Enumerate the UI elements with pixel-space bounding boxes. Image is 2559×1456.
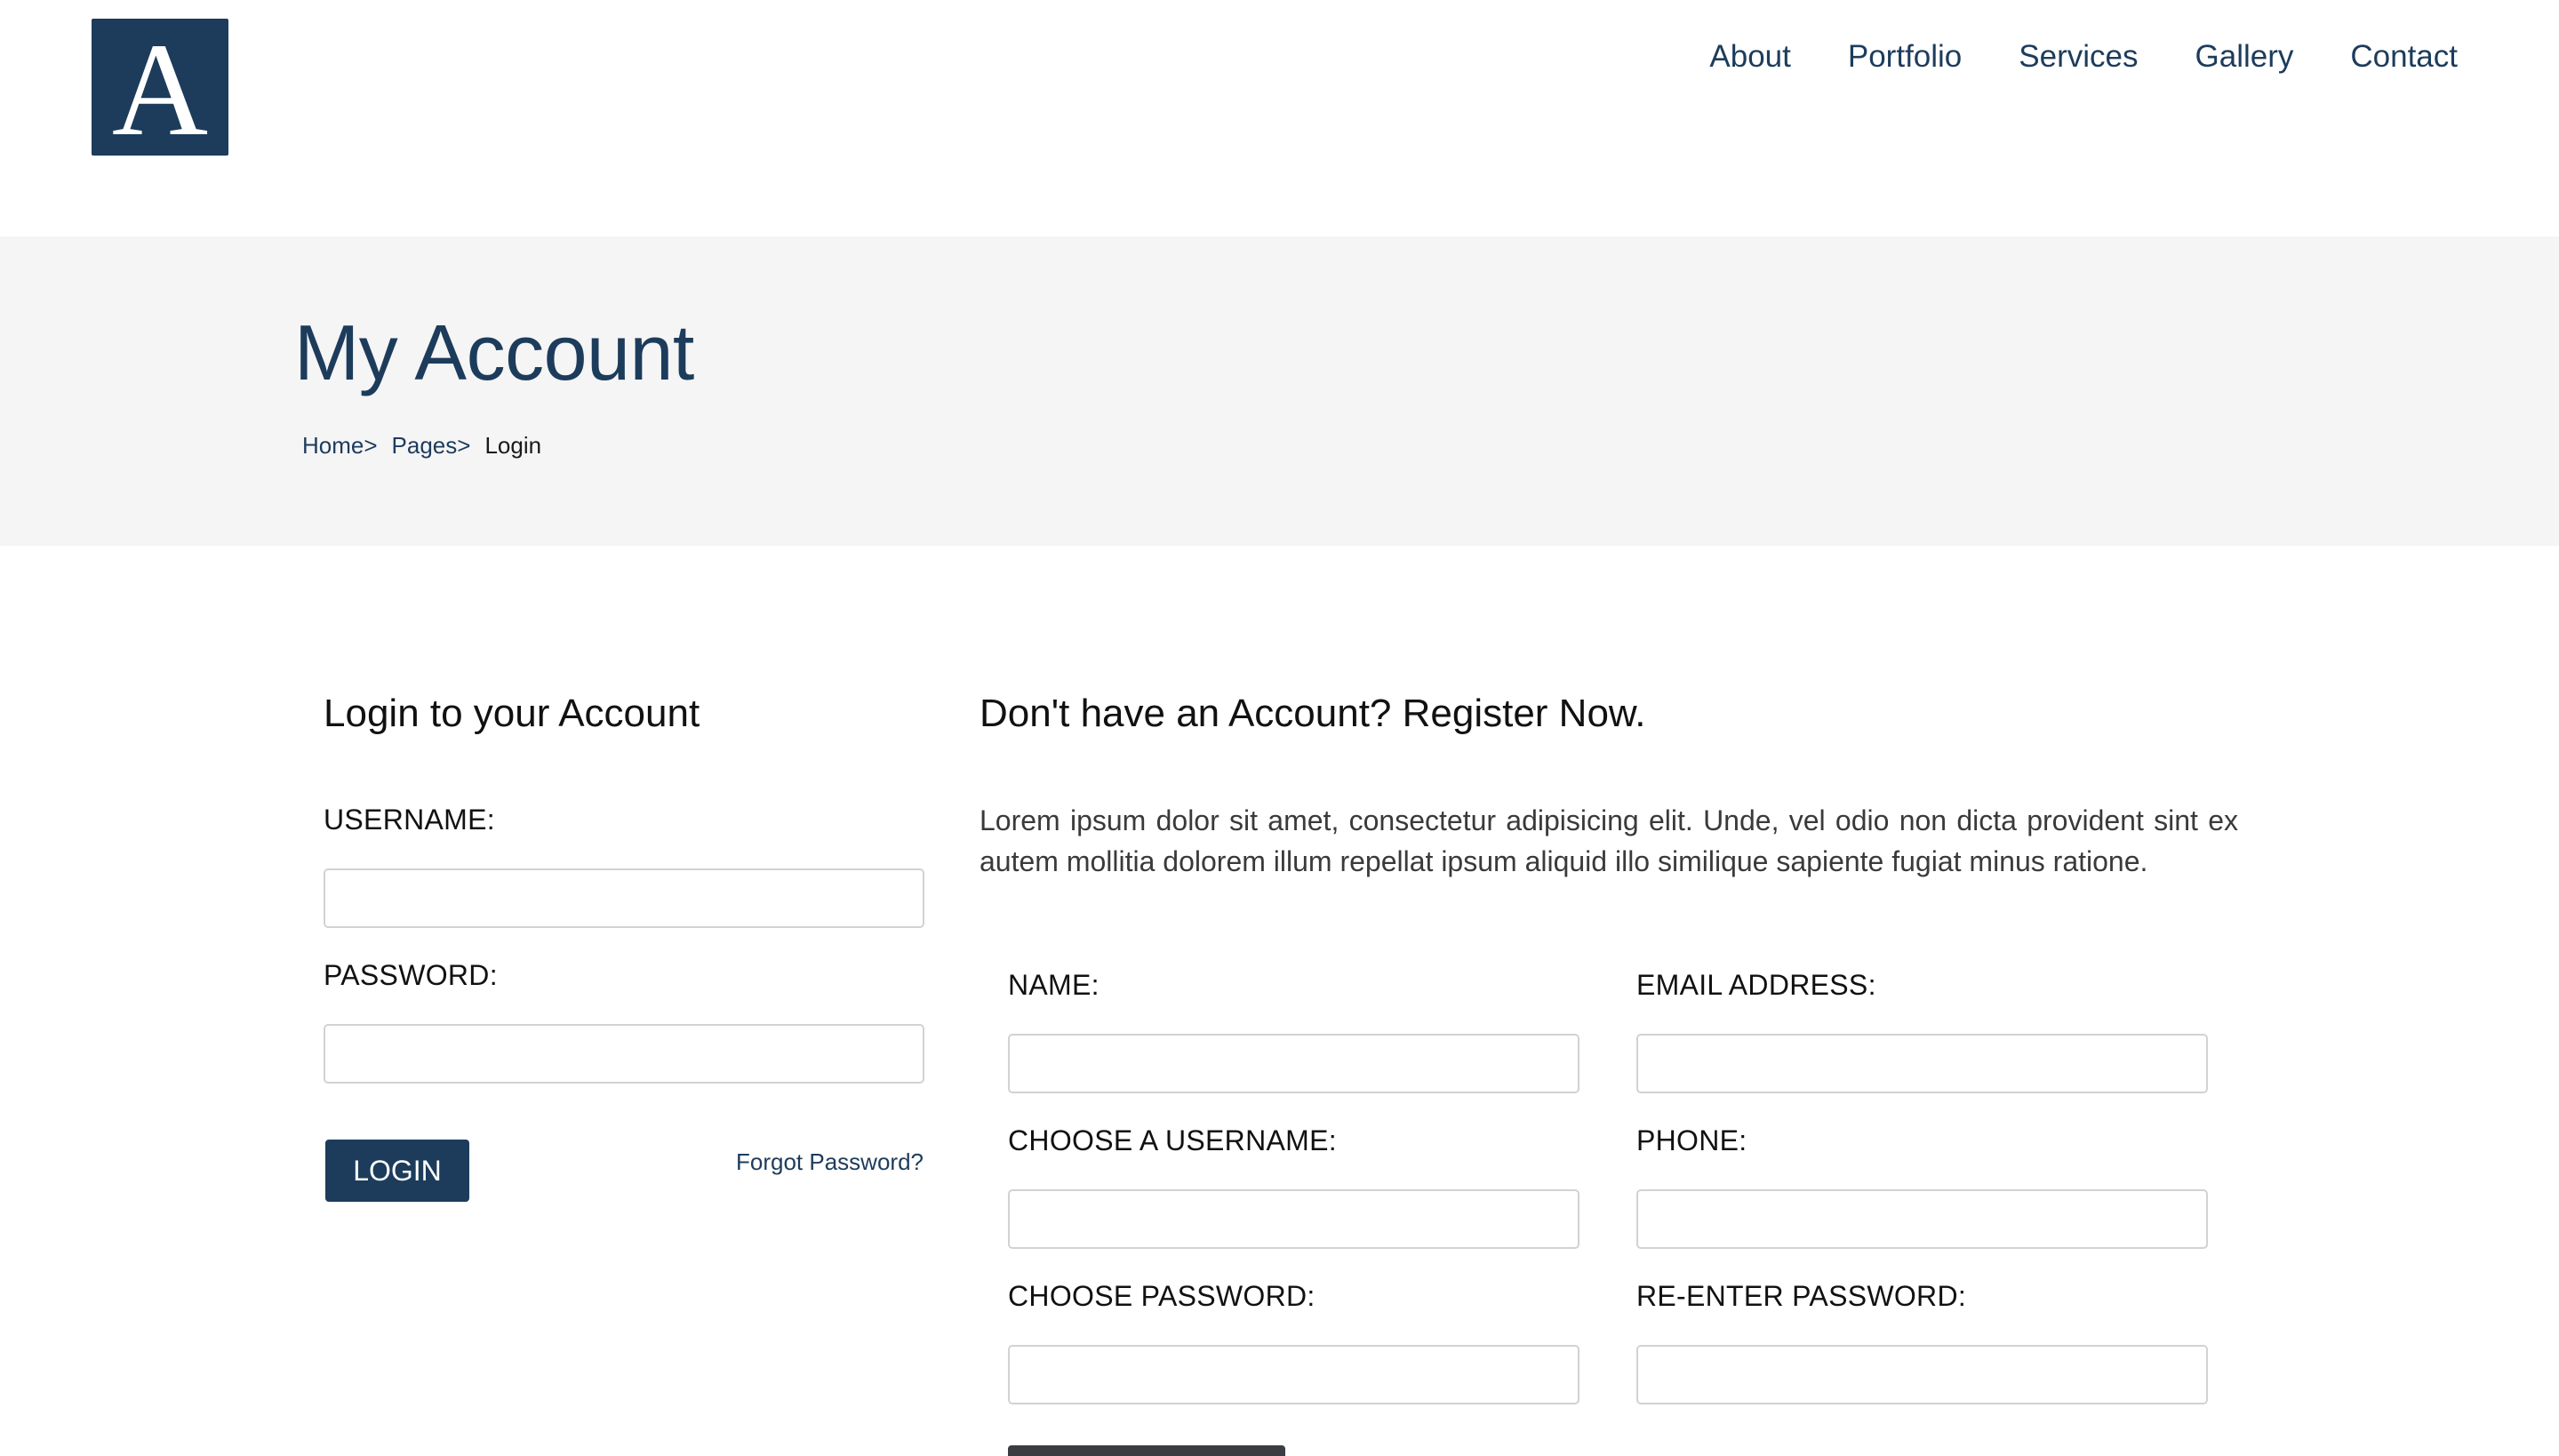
breadcrumb-current: Login	[484, 432, 542, 459]
register-heading: Don't have an Account? Register Now.	[980, 692, 1646, 735]
page: A About Portfolio Services Gallery Conta…	[0, 0, 2559, 1456]
forgot-password-link[interactable]: Forgot Password?	[736, 1148, 924, 1176]
password-input[interactable]	[324, 1024, 924, 1084]
phone-input[interactable]	[1636, 1189, 2208, 1249]
choose-password-label: CHOOSE PASSWORD:	[1008, 1280, 1315, 1312]
username-label: USERNAME:	[324, 804, 495, 836]
breadcrumb-pages[interactable]: Pages>	[392, 432, 471, 460]
site-logo[interactable]: A	[92, 19, 228, 156]
choose-username-input[interactable]	[1008, 1189, 1579, 1249]
logo-letter: A	[111, 16, 209, 164]
password-label: PASSWORD:	[324, 959, 498, 991]
reenter-password-label: RE-ENTER PASSWORD:	[1636, 1280, 1967, 1312]
page-banner: My Account Home> Pages> Login	[0, 236, 2559, 546]
nav-link-services[interactable]: Services	[2019, 39, 2138, 75]
name-input[interactable]	[1008, 1034, 1579, 1093]
nav-link-about[interactable]: About	[1709, 39, 1790, 75]
email-input[interactable]	[1636, 1034, 2208, 1093]
main-nav: About Portfolio Services Gallery Contact	[1709, 39, 2458, 75]
choose-password-input[interactable]	[1008, 1345, 1579, 1404]
nav-link-portfolio[interactable]: Portfolio	[1848, 39, 1962, 75]
username-input[interactable]	[324, 868, 924, 928]
nav-link-gallery[interactable]: Gallery	[2195, 39, 2294, 75]
breadcrumb-home[interactable]: Home>	[302, 432, 378, 460]
page-title: My Account	[294, 308, 694, 396]
breadcrumb: Home> Pages> Login	[302, 432, 541, 460]
register-button[interactable]	[1008, 1445, 1285, 1456]
nav-link-contact[interactable]: Contact	[2350, 39, 2458, 75]
register-intro: Lorem ipsum dolor sit amet, consectetur …	[980, 804, 2238, 877]
reenter-password-input[interactable]	[1636, 1345, 2208, 1404]
name-label: NAME:	[1008, 969, 1100, 1001]
login-heading: Login to your Account	[324, 692, 700, 735]
login-button[interactable]: LOGIN	[325, 1140, 469, 1202]
choose-username-label: CHOOSE A USERNAME:	[1008, 1124, 1337, 1156]
phone-label: PHONE:	[1636, 1124, 1747, 1156]
email-label: EMAIL ADDRESS:	[1636, 969, 1876, 1001]
